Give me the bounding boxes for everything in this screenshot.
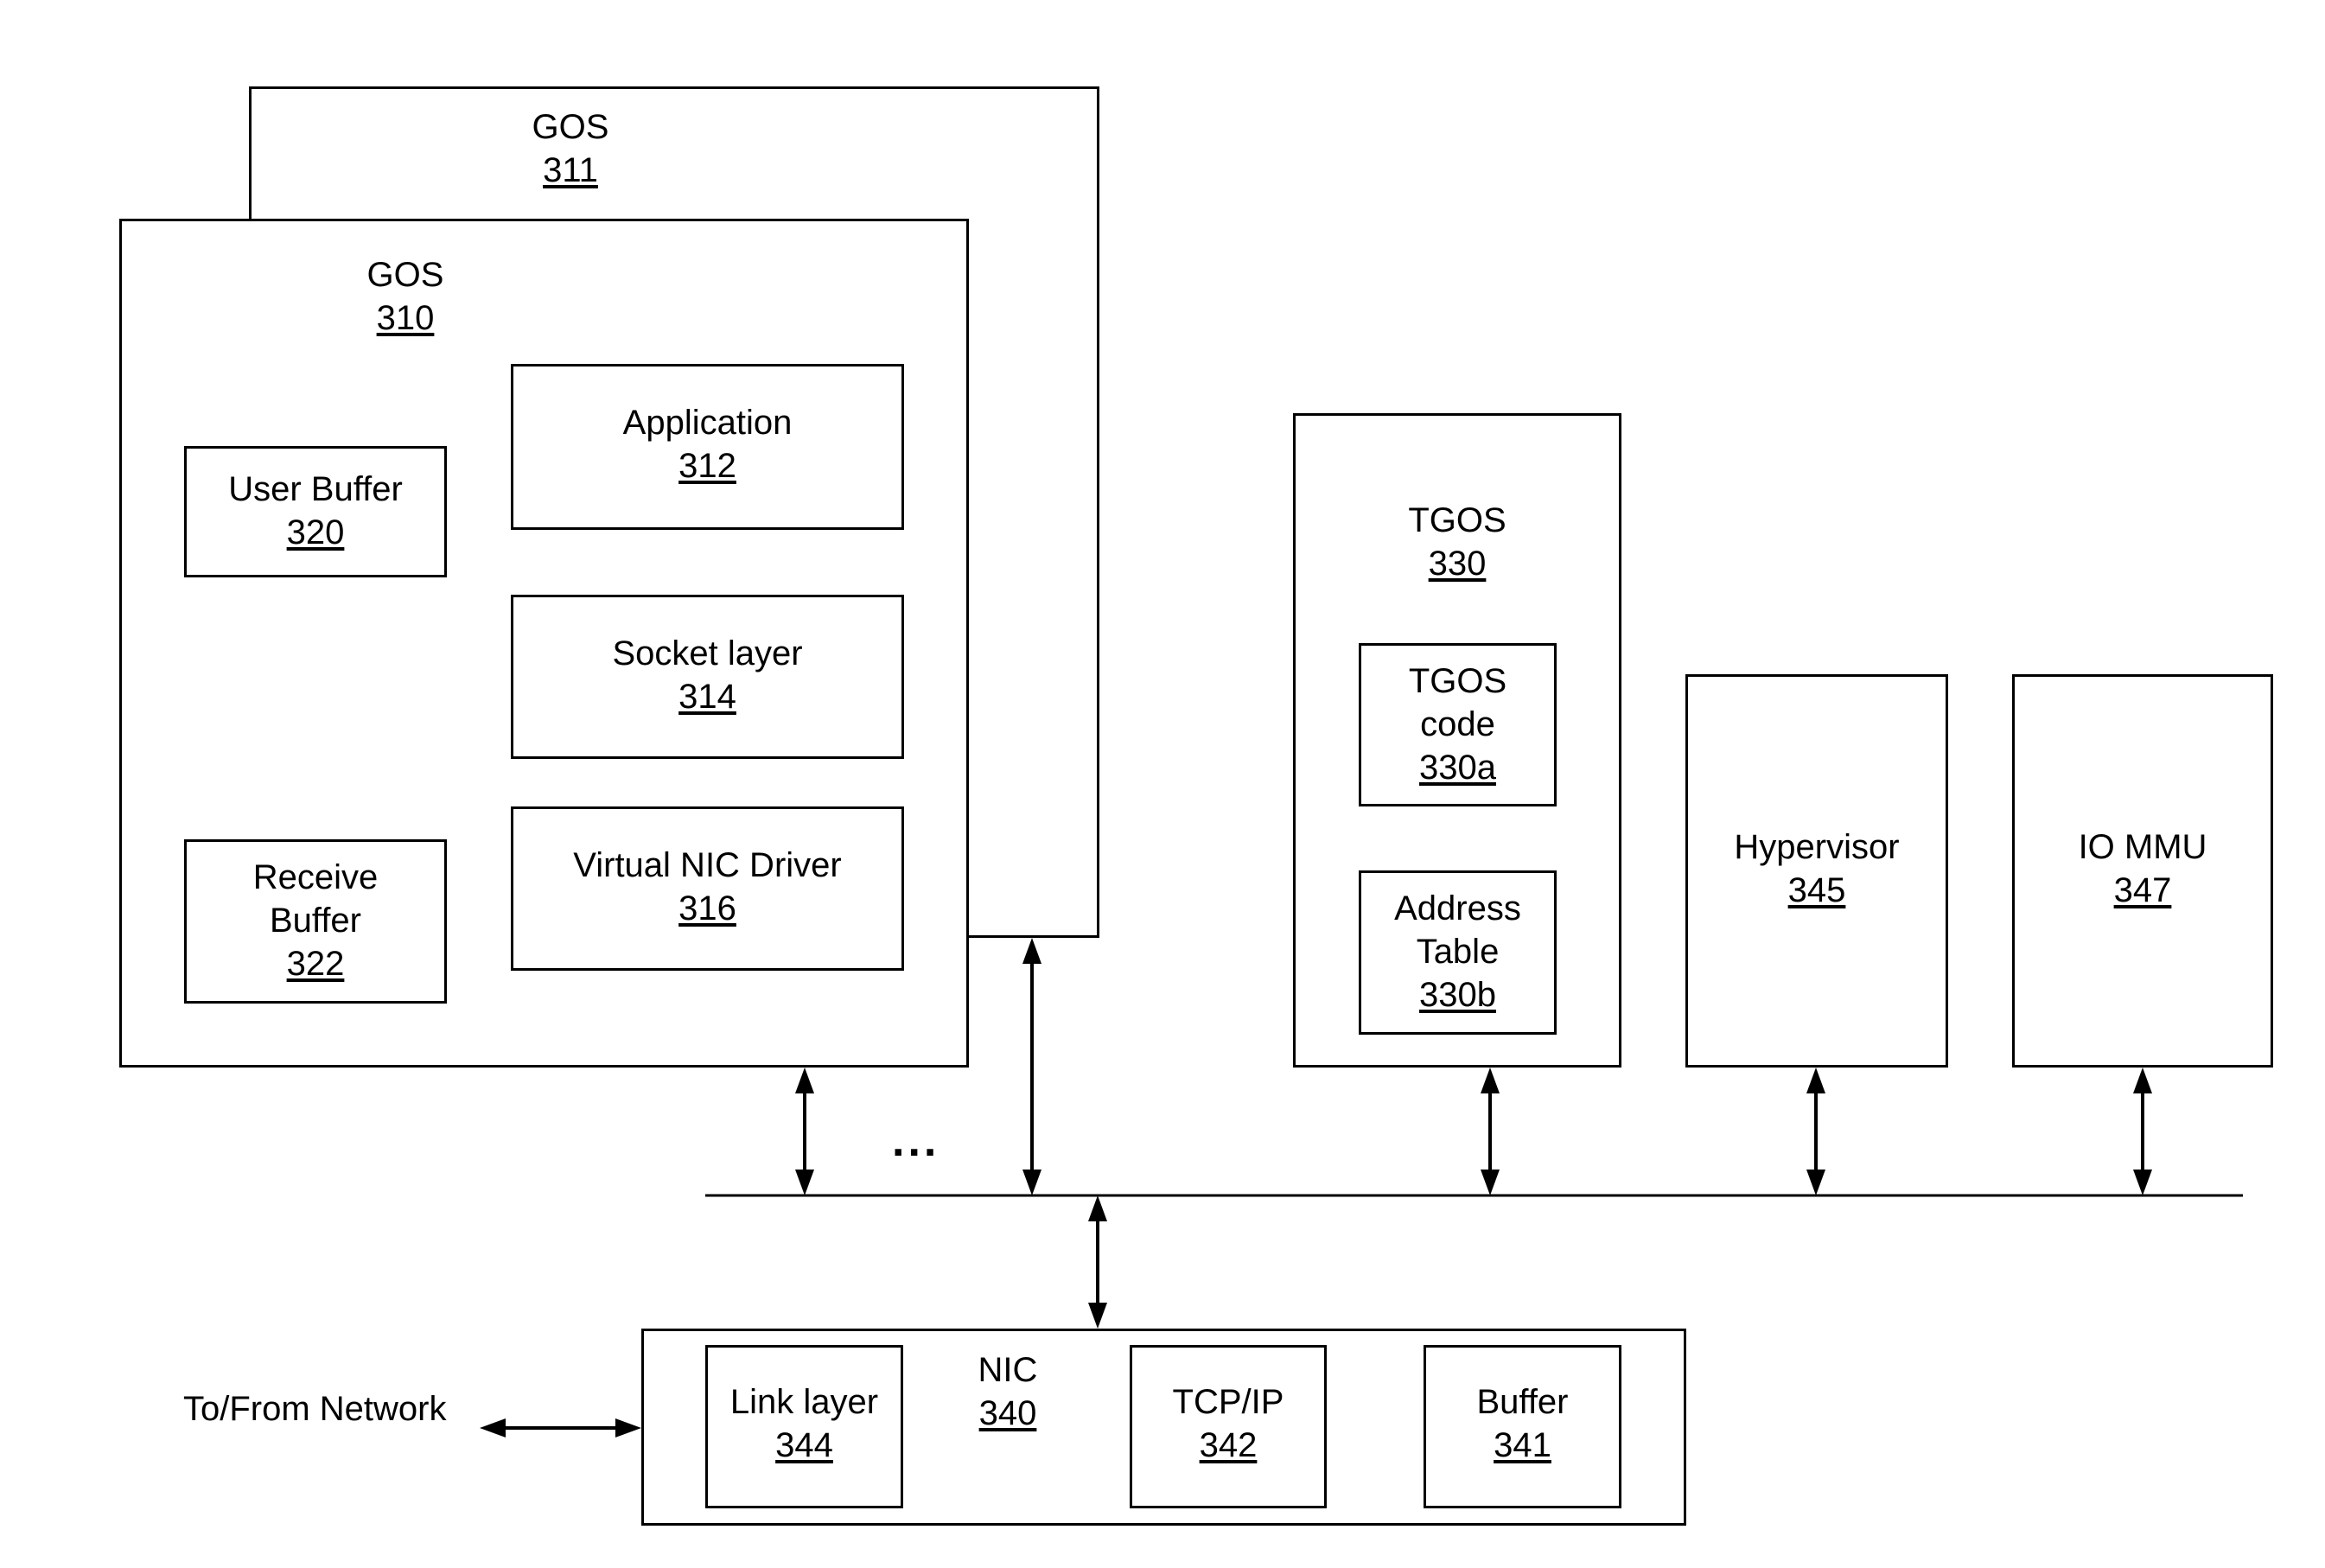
arrowhead — [1481, 1068, 1500, 1093]
arrowhead — [1088, 1195, 1107, 1221]
arrow-gos311-bus — [1022, 938, 1041, 1195]
arrowhead — [480, 1418, 506, 1437]
arrow-bus-nic — [1088, 1195, 1107, 1329]
arrowhead — [1806, 1170, 1825, 1195]
arrowhead — [1806, 1068, 1825, 1093]
arrowhead — [2133, 1068, 2152, 1093]
arrowhead — [795, 1170, 814, 1195]
connectors — [480, 938, 2243, 1437]
arrowhead — [2133, 1170, 2152, 1195]
arrowhead — [1022, 1170, 1041, 1195]
arrowhead — [1088, 1303, 1107, 1329]
arrow-tgos-bus — [1481, 1068, 1500, 1195]
arrow-iommu-bus — [2133, 1068, 2152, 1195]
arrow-hypervisor-bus — [1806, 1068, 1825, 1195]
arrow-gos310-bus — [795, 1068, 814, 1195]
arrow-network-nic — [480, 1418, 641, 1437]
arrowhead — [1022, 938, 1041, 964]
arrowhead — [1481, 1170, 1500, 1195]
arrowhead — [795, 1068, 814, 1093]
arrowhead — [615, 1418, 641, 1437]
